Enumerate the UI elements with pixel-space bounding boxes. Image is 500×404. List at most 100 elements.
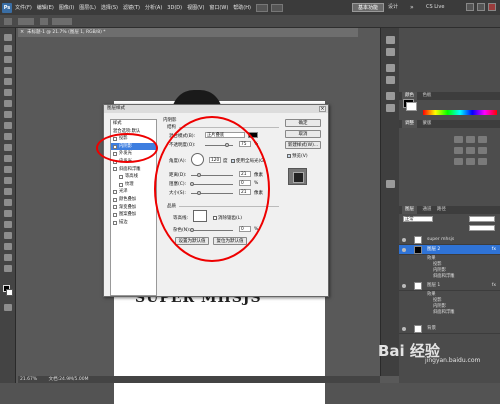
menu-3d[interactable]: 3D(D): [167, 5, 182, 11]
color-spectrum[interactable]: [423, 110, 497, 115]
levels-adjust-icon[interactable]: [466, 136, 475, 143]
brush-tool-icon[interactable]: [4, 111, 12, 118]
dialog-close-icon[interactable]: ×: [319, 106, 326, 112]
menu-window[interactable]: 窗口(W): [209, 4, 228, 11]
clone-stamp-tool-icon[interactable]: [4, 122, 12, 129]
black-white-adjust-icon[interactable]: [454, 158, 463, 165]
style-list-item[interactable]: 斜面和浮雕: [111, 166, 156, 174]
close-tab-icon[interactable]: ×: [20, 28, 24, 37]
style-checkbox[interactable]: [113, 167, 117, 172]
style-checkbox[interactable]: [113, 197, 117, 202]
new-style-button[interactable]: 新建样式(W)...: [285, 141, 321, 149]
workspace-essentials-button[interactable]: 基本功能: [352, 3, 384, 12]
style-list-item[interactable]: 样式: [111, 120, 156, 128]
crop-tool-icon[interactable]: [4, 78, 12, 85]
3d-rotate-tool-icon[interactable]: [4, 232, 12, 239]
brightness-adjust-icon[interactable]: [454, 136, 463, 143]
tab-masks[interactable]: 蒙版: [422, 121, 431, 126]
style-checkbox[interactable]: [113, 212, 117, 217]
menu-select[interactable]: 选择(S): [101, 4, 118, 11]
eyedropper-tool-icon[interactable]: [4, 89, 12, 96]
marquee-tool-icon[interactable]: [4, 45, 12, 52]
tab-swatches[interactable]: 色板: [422, 93, 431, 98]
menu-analysis[interactable]: 分析(A): [145, 4, 162, 11]
layer-row[interactable]: 图层 1 fx: [399, 281, 500, 291]
style-checkbox[interactable]: [113, 190, 117, 195]
type-tool-icon[interactable]: [4, 199, 12, 206]
ok-button[interactable]: 确定: [285, 119, 321, 127]
preview-option[interactable]: 预览(V): [287, 153, 308, 159]
fx-icon[interactable]: fx: [492, 281, 496, 291]
healing-tool-icon[interactable]: [4, 100, 12, 107]
menu-image[interactable]: 图像(I): [59, 4, 74, 11]
style-checkbox[interactable]: [113, 205, 117, 210]
channel-mixer-adjust-icon[interactable]: [478, 158, 487, 165]
tab-channels[interactable]: 通道: [422, 207, 431, 212]
blur-tool-icon[interactable]: [4, 166, 12, 173]
style-checkbox[interactable]: [119, 174, 123, 179]
quick-mask-icon[interactable]: [4, 304, 12, 311]
cs-live-button[interactable]: CS Live: [426, 3, 444, 12]
hand-tool-icon[interactable]: [4, 254, 12, 261]
photo-filter-adjust-icon[interactable]: [466, 158, 475, 165]
preview-checkbox[interactable]: [287, 154, 291, 158]
option-field[interactable]: [52, 18, 72, 25]
maximize-icon[interactable]: [477, 3, 485, 11]
actions-panel-icon[interactable]: [386, 48, 395, 56]
style-list-item[interactable]: 图案叠加: [111, 211, 156, 219]
style-list-item[interactable]: 纹理: [111, 181, 156, 189]
curves-adjust-icon[interactable]: [478, 136, 487, 143]
option-dropdown[interactable]: [18, 18, 34, 25]
history-brush-tool-icon[interactable]: [4, 133, 12, 140]
eye-icon[interactable]: [402, 327, 406, 331]
tab-layers[interactable]: 图层: [402, 206, 417, 214]
move-tool-icon[interactable]: [4, 34, 12, 41]
layer-row-selected[interactable]: 图层 2 fx: [399, 245, 500, 255]
layer-fill-field[interactable]: [469, 225, 495, 231]
effect-row[interactable]: 斜面和浮雕: [399, 310, 500, 316]
hue-adjust-icon[interactable]: [466, 147, 475, 154]
style-list-item[interactable]: 等高线: [111, 173, 156, 181]
eye-icon[interactable]: [402, 238, 406, 242]
clone-source-panel-icon[interactable]: [386, 104, 395, 112]
quick-select-tool-icon[interactable]: [4, 67, 12, 74]
color-balance-adjust-icon[interactable]: [478, 147, 487, 154]
minimize-icon[interactable]: [466, 3, 474, 11]
menu-help[interactable]: 帮助(H): [233, 4, 251, 11]
fx-icon[interactable]: fx: [492, 245, 496, 255]
zoom-tool-icon[interactable]: [4, 265, 12, 272]
option-checkbox[interactable]: [40, 18, 48, 25]
bridge-button[interactable]: [255, 3, 268, 12]
zoom-level-button[interactable]: [270, 3, 283, 12]
gradient-tool-icon[interactable]: [4, 155, 12, 162]
3d-orbit-tool-icon[interactable]: [4, 243, 12, 250]
color-background-swatch[interactable]: [406, 102, 417, 111]
paragraph-panel-icon[interactable]: [386, 76, 395, 84]
dodge-tool-icon[interactable]: [4, 177, 12, 184]
style-list-item[interactable]: 描边: [111, 219, 156, 227]
layer-blend-mode-select[interactable]: 正常: [403, 216, 433, 222]
style-list-item[interactable]: 颜色叠加: [111, 196, 156, 204]
tab-paths[interactable]: 路径: [437, 207, 446, 212]
layer-row[interactable]: super mhsjs: [399, 235, 500, 245]
vibrance-adjust-icon[interactable]: [454, 147, 463, 154]
menu-layer[interactable]: 图层(L): [79, 4, 96, 11]
zoom-percentage[interactable]: 21.67%: [20, 377, 37, 382]
style-list-item[interactable]: 渐变叠加: [111, 204, 156, 212]
lasso-tool-icon[interactable]: [4, 56, 12, 63]
document-tab[interactable]: × 未标题-1 @ 21.7% (图层 1, RGB/8) *: [18, 28, 358, 37]
close-icon[interactable]: [488, 3, 496, 11]
brushes-panel-icon[interactable]: [386, 92, 395, 100]
style-list-item[interactable]: 光泽: [111, 188, 156, 196]
effect-row[interactable]: 斜面和浮雕: [399, 274, 500, 280]
layer-row[interactable]: 背景: [399, 324, 500, 334]
character-panel-icon[interactable]: [386, 64, 395, 72]
cancel-button[interactable]: 取消: [285, 130, 321, 138]
layer-opacity-field[interactable]: [469, 216, 495, 222]
shape-tool-icon[interactable]: [4, 221, 12, 228]
menu-view[interactable]: 视图(V): [187, 4, 204, 11]
pen-tool-icon[interactable]: [4, 188, 12, 195]
tab-adjustments[interactable]: 调整: [402, 120, 417, 128]
menu-filter[interactable]: 滤镜(T): [123, 4, 140, 11]
history-panel-icon[interactable]: [386, 36, 395, 44]
